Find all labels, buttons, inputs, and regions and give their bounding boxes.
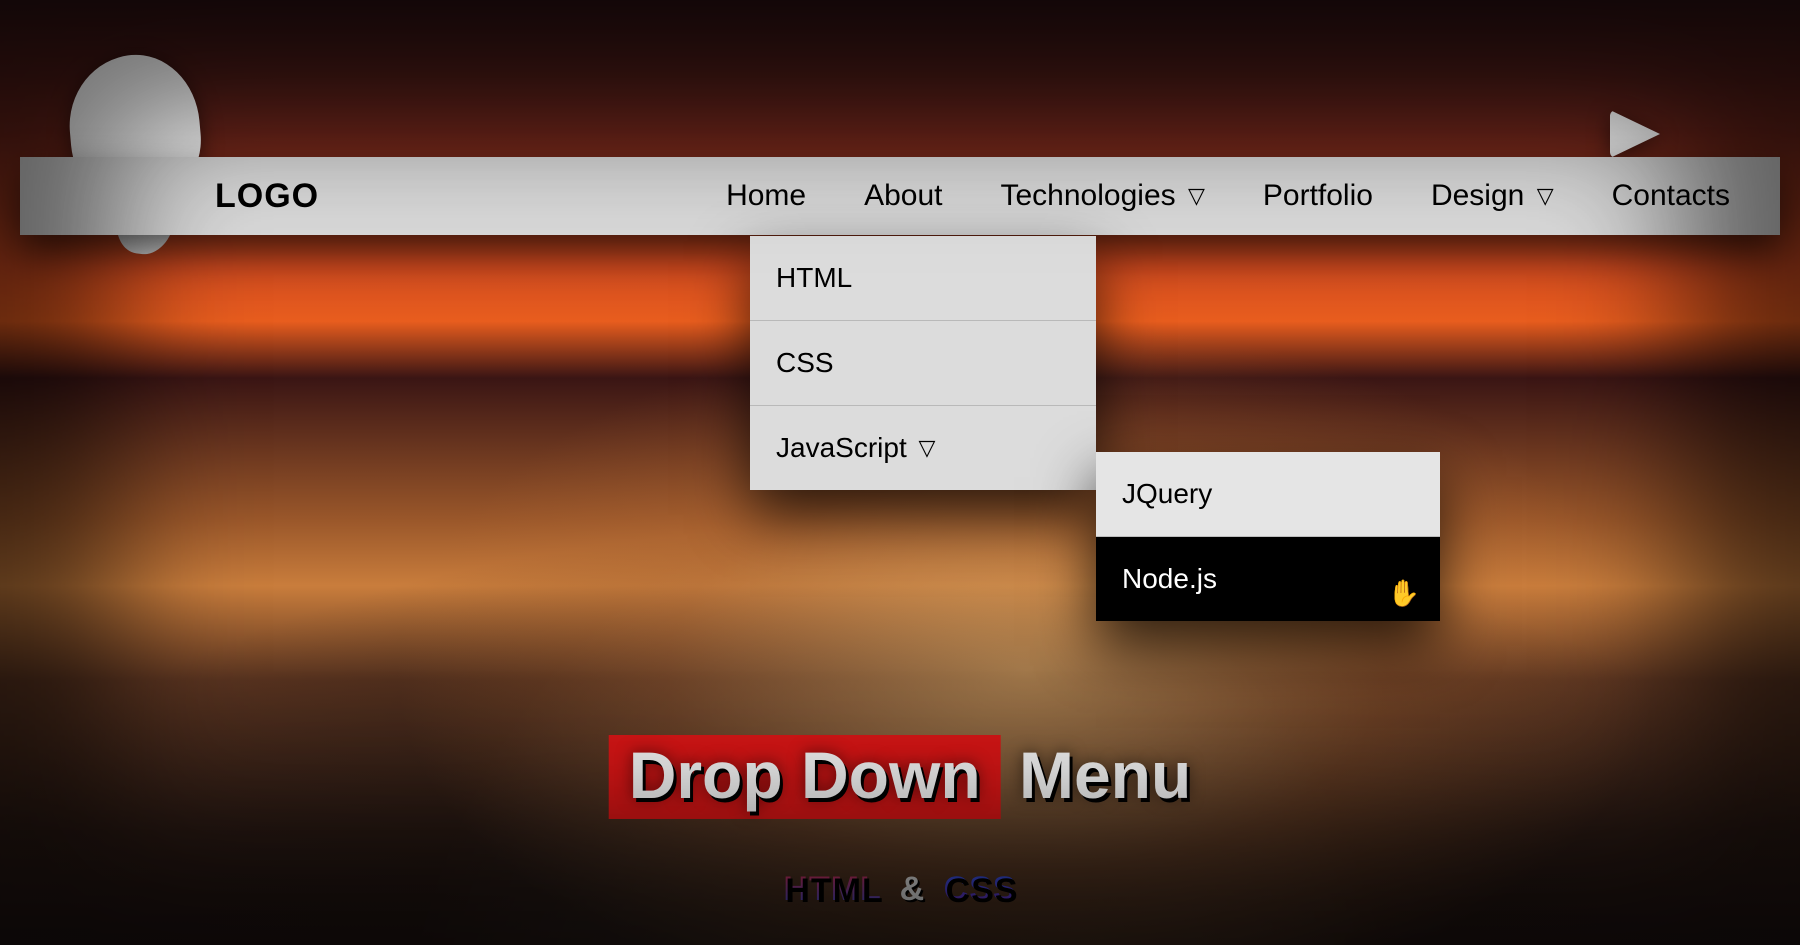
nav-label: Home — [726, 179, 806, 212]
flyout-item-jquery[interactable]: JQuery — [1096, 452, 1440, 537]
subtitle-css: CSS — [944, 870, 1017, 908]
dropdown-technologies: HTML CSS JavaScript ▽ — [750, 236, 1096, 490]
nav-label: Technologies — [1001, 179, 1176, 212]
nav-item-design[interactable]: Design ▽ — [1431, 179, 1554, 213]
dropdown-item-html[interactable]: HTML — [750, 236, 1096, 321]
dropdown-item-label: HTML — [776, 262, 852, 293]
dropdown-item-label: JavaScript — [776, 432, 907, 463]
headline-rest: Menu — [1001, 738, 1192, 812]
dropdown-item-css[interactable]: CSS — [750, 321, 1096, 406]
subtitle: HTML & CSS — [783, 870, 1016, 909]
nav-item-about[interactable]: About — [864, 179, 942, 213]
flyout-item-label: Node.js — [1122, 563, 1217, 594]
nav-item-portfolio[interactable]: Portfolio — [1263, 179, 1373, 213]
nav-label: Design — [1431, 179, 1524, 212]
chevron-down-icon: ▽ — [1188, 183, 1205, 208]
chevron-down-icon: ▽ — [919, 435, 936, 460]
flyout-item-nodejs[interactable]: Node.js ✋ — [1096, 537, 1440, 621]
brand-logo[interactable]: LOGO — [215, 177, 319, 216]
nav-item-contacts[interactable]: Contacts — [1612, 179, 1730, 213]
subtitle-html: HTML — [783, 870, 881, 908]
chevron-down-icon: ▽ — [1537, 183, 1554, 208]
stage: LOGO Home About Technologies ▽ Portfolio… — [0, 0, 1800, 945]
headline-highlight: Drop Down — [609, 735, 1001, 819]
navbar: LOGO Home About Technologies ▽ Portfolio… — [20, 157, 1780, 235]
nav-label: Portfolio — [1263, 179, 1373, 212]
nav-label: Contacts — [1612, 179, 1730, 212]
dropdown-item-label: CSS — [776, 347, 834, 378]
nav-item-technologies[interactable]: Technologies ▽ — [1001, 179, 1205, 213]
cursor-icon: ✋ — [1388, 578, 1420, 609]
dropdown-item-javascript[interactable]: JavaScript ▽ — [750, 406, 1096, 490]
nav-label: About — [864, 179, 942, 212]
nav-item-home[interactable]: Home — [726, 179, 806, 213]
flyout-javascript: JQuery Node.js ✋ — [1096, 452, 1440, 621]
flyout-item-label: JQuery — [1122, 478, 1212, 509]
play-icon[interactable] — [1610, 110, 1660, 158]
main-menu: Home About Technologies ▽ Portfolio Desi… — [726, 179, 1730, 213]
headline: Drop Down Menu — [609, 735, 1192, 819]
subtitle-amp: & — [900, 870, 926, 908]
